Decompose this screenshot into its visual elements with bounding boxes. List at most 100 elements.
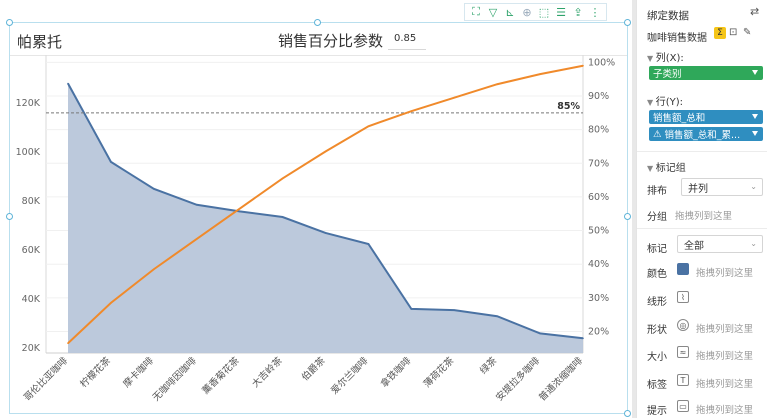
y-left-tick-label: 60K (22, 245, 41, 256)
x-axis-categories: 哥伦比亚咖啡 柠檬花茶 摩卡咖啡无咖啡因咖啡 薰香菊花茶 大吉岭茶 伯爵茶 爱尔兰咖啡 拿铁咖… (21, 354, 585, 403)
sales-point (110, 161, 112, 163)
collapse-marker-icon[interactable]: ▼ (647, 164, 656, 173)
x-category-label: 绿茶 (477, 354, 499, 376)
resize-handle-br[interactable] (624, 410, 631, 417)
list-icon[interactable]: ☰ (553, 4, 569, 20)
y-left-tick-label: 120K (16, 98, 41, 109)
size-drop-zone[interactable]: 拖拽列到这里 (696, 348, 753, 362)
resize-handle-top[interactable] (314, 19, 321, 26)
column-field-name: 子类别 (653, 69, 682, 80)
color-drop-zone[interactable]: 拖拽列到这里 (696, 265, 753, 279)
mark-label: 标记 (647, 244, 667, 255)
sales-point (367, 243, 370, 245)
shape-drop-zone[interactable]: 拖拽列到这里 (696, 321, 753, 335)
y-right-tick-label: 90% (588, 91, 609, 102)
select-icon[interactable]: ⬚ (536, 4, 552, 20)
y-right-tick-label: 20% (588, 326, 609, 337)
y-right-tick-label: 80% (588, 125, 609, 136)
cumulative-point (367, 125, 370, 128)
resize-handle-tl[interactable] (6, 19, 13, 26)
chevron-down-icon: ⌄ (750, 182, 757, 191)
row-field-pill-1[interactable]: 销售额_总和 (649, 110, 763, 124)
y-left-tick-label: 80K (22, 196, 41, 207)
color-swatch-icon[interactable] (677, 263, 689, 275)
sales-point (281, 216, 284, 218)
tooltip-drop-zone[interactable]: 拖拽列到这里 (696, 402, 753, 416)
sales-point (539, 332, 541, 335)
reference-line-label: 85% (557, 101, 580, 112)
sales-area-series (67, 82, 584, 353)
tooltip-icon[interactable]: ▭ (677, 400, 689, 412)
x-category-label: 安提拉多咖啡 (493, 354, 542, 403)
y-right-tick-label: 40% (588, 259, 609, 270)
panel-divider (637, 228, 767, 229)
size-icon[interactable]: ≈ (677, 346, 689, 358)
layout-label: 排布 (647, 186, 667, 197)
reference-line-group: 85% (46, 101, 583, 114)
layout-select[interactable]: 并列 ⌄ (681, 178, 763, 196)
label-drop-zone[interactable]: 拖拽列到这里 (696, 376, 753, 390)
mark-value: 全部 (684, 240, 704, 252)
row-field-1-dropdown-icon[interactable] (752, 114, 758, 119)
group-label: 分组 (647, 212, 667, 223)
expand-icon[interactable]: ⛶ (468, 4, 484, 20)
marker-group-label: ▼ 标记组 (647, 163, 686, 174)
cumulative-point (67, 342, 69, 345)
y-left-tick-label: 20K (22, 343, 41, 354)
edit-fields-icon[interactable]: ⊡ (729, 27, 737, 38)
shape-prop-label: 形状 (647, 325, 667, 336)
resize-handle-tr[interactable] (624, 19, 631, 26)
row-field-1-name: 销售额_总和 (653, 113, 706, 124)
mark-select[interactable]: 全部 ⌄ (677, 235, 763, 253)
sales-point (582, 337, 584, 340)
filter-icon[interactable]: ▽ (485, 4, 501, 20)
column-field-dropdown-icon[interactable] (752, 70, 758, 75)
sales-point (153, 188, 155, 190)
zoom-icon[interactable]: ⊕ (519, 4, 535, 20)
pareto-chart: 85% 20K 40K 60K 80K 100K 120K 20% 30% 40% 50% 60%… (16, 55, 615, 403)
more-icon[interactable]: ⋮ (587, 4, 603, 20)
export-icon[interactable]: ⇪ (570, 4, 586, 20)
calc-field-icon: ⚠ (653, 128, 662, 140)
label-prop-label: 标签 (647, 380, 667, 391)
x-category-label: 爱尔兰咖啡 (328, 354, 370, 396)
layout-value: 并列 (688, 183, 708, 195)
x-category-label: 普通浓缩咖啡 (536, 354, 585, 403)
collapse-rows-icon[interactable]: ▼ (647, 98, 656, 107)
shape-icon[interactable]: ◎ (677, 319, 689, 331)
cumulative-point (453, 96, 456, 99)
chart-widget[interactable]: 帕累托 销售百分比参数 85% 20K40K60K80K100K120K 20%… (9, 22, 628, 414)
group-drop-zone[interactable]: 拖拽列到这里 (675, 208, 732, 222)
resize-handle-left[interactable] (6, 213, 13, 220)
sales-point (410, 308, 413, 310)
cumulative-point (281, 177, 284, 180)
dataset-name: 咖啡销售数据 (647, 33, 707, 44)
x-category-label: 哥伦比亚咖啡 (21, 354, 70, 403)
color-prop-label: 颜色 (647, 269, 667, 280)
panel-divider (637, 151, 767, 152)
sales-point (238, 210, 241, 213)
line-style-icon[interactable]: ⌇ (677, 291, 689, 303)
x-category-label: 无咖啡因咖啡 (150, 354, 199, 403)
app-root: 帕累托 销售百分比参数 85% 20K40K60K80K100K120K 20%… (0, 0, 767, 418)
x-category-label: 摩卡咖啡 (121, 354, 157, 390)
resize-handle-right[interactable] (624, 213, 631, 220)
label-icon[interactable]: T (677, 374, 689, 386)
x-category-label: 大吉岭茶 (249, 354, 285, 390)
row-field-2-name: 销售额_总和_累... (664, 130, 741, 141)
x-category-label: 拿铁咖啡 (378, 354, 414, 390)
row-field-2-dropdown-icon[interactable] (752, 131, 758, 136)
column-field-pill[interactable]: 子类别 (649, 66, 763, 80)
swap-icon[interactable]: ⇄ (750, 5, 759, 18)
collapse-columns-icon[interactable]: ▼ (647, 54, 656, 63)
sigma-icon[interactable]: Σ (714, 27, 726, 39)
chart-toolbar: ⛶ ▽ ⊾ ⊕ ⬚ ☰ ⇪ ⋮ (464, 3, 607, 21)
sales-area-fill (68, 83, 583, 353)
drill-icon[interactable]: ⊾ (502, 4, 518, 20)
sales-point (324, 232, 327, 234)
chevron-down-icon: ⌄ (750, 239, 757, 248)
sales-point (453, 309, 456, 311)
brush-icon[interactable]: ✎ (743, 27, 751, 38)
row-field-pill-2[interactable]: ⚠ 销售额_总和_累... (649, 127, 763, 141)
y-axis-right: 20% 30% 40% 50% 60% 70% 80% 90% 100% (588, 57, 615, 337)
